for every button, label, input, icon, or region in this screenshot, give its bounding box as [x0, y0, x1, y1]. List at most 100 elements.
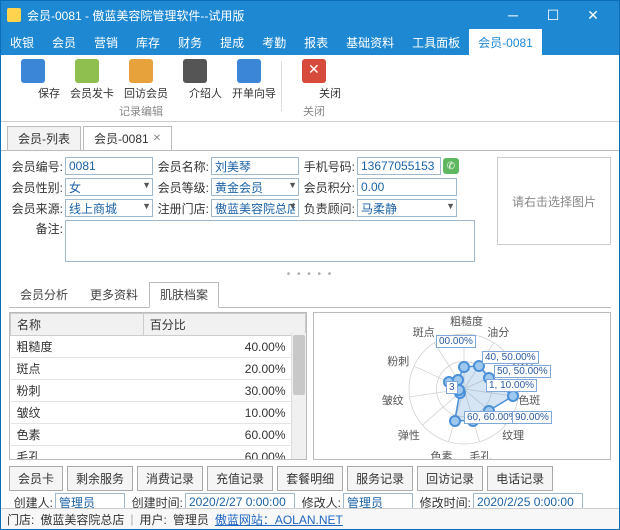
col-pct[interactable]: 百分比 [143, 314, 305, 336]
menu-item[interactable]: 会员 [43, 29, 85, 55]
chart-tooltip: 00.00% [436, 335, 476, 348]
menu-item[interactable]: 收银 [1, 29, 43, 55]
advisor-label: 负责顾问: [301, 200, 355, 217]
radar-axis-label: 斑点 [413, 324, 435, 340]
ribbon-group-label: 关闭 [290, 103, 338, 119]
store-select[interactable] [211, 199, 299, 217]
col-name[interactable]: 名称 [11, 314, 144, 336]
radar-axis-label: 粉刺 [387, 353, 409, 369]
phone-field[interactable] [357, 157, 441, 175]
level-label: 会员等级: [155, 179, 209, 196]
points-label: 会员积分: [301, 179, 355, 196]
advisor-select[interactable] [357, 199, 457, 217]
points-field[interactable] [357, 178, 457, 196]
member-name-field[interactable] [211, 157, 299, 175]
table-row[interactable]: 皱纹10.00% [11, 402, 306, 424]
source-label: 会员来源: [9, 200, 63, 217]
phone-label: 手机号码: [301, 158, 355, 175]
menu-item[interactable]: 考勤 [253, 29, 295, 55]
radar-axis-label: 毛孔 [469, 448, 491, 460]
table-row[interactable]: 粗糙度40.00% [11, 336, 306, 358]
record-button[interactable]: 电话记录 [487, 466, 553, 491]
menu-item[interactable]: 会员-0081 [469, 29, 542, 55]
menu-item[interactable]: 基础资料 [337, 29, 403, 55]
radar-point[interactable] [449, 415, 461, 427]
scrollbar-thumb[interactable] [293, 335, 305, 395]
chart-tooltip: 50, 50.00% [494, 365, 551, 378]
radar-axis-label: 色斑 [518, 392, 540, 408]
record-button[interactable]: 回访记录 [417, 466, 483, 491]
ribbon-icon [183, 59, 207, 83]
sub-tab[interactable]: 更多资料 [79, 282, 149, 307]
menu-item[interactable]: 报表 [295, 29, 337, 55]
ribbon-close-button[interactable]: ✕ 关闭 [290, 59, 338, 101]
radar-point[interactable] [458, 361, 470, 373]
record-button[interactable]: 充值记录 [207, 466, 273, 491]
radar-axis-label: 粗糙度 [450, 313, 483, 329]
sub-tab[interactable]: 肌肤档案 [149, 282, 219, 308]
ribbon-icon [237, 59, 261, 83]
document-tabs: 会员-列表会员-0081✕ [1, 126, 619, 151]
sub-tabs: 会员分析更多资料肌肤档案 [9, 282, 611, 308]
remark-field[interactable] [65, 220, 475, 262]
minimize-button[interactable]: ─ [493, 1, 533, 29]
record-button[interactable]: 消费记录 [137, 466, 203, 491]
record-button[interactable]: 会员卡 [9, 466, 63, 491]
status-store: 傲蓝美容院总店 [40, 511, 124, 528]
radar-axis-label: 色素 [431, 448, 453, 460]
radar-chart: 粗糙度油分水分色斑纹理毛孔色素弹性皱纹粉刺斑点40, 50.00%50, 50.… [313, 312, 611, 460]
sub-tab[interactable]: 会员分析 [9, 282, 79, 307]
record-button[interactable]: 服务记录 [347, 466, 413, 491]
app-window: 会员-0081 - 傲蓝美容院管理软件--试用版 ─ ☐ ✕ 收银会员营销库存财… [0, 0, 620, 530]
close-icon: ✕ [302, 59, 326, 83]
menu-item[interactable]: 提成 [211, 29, 253, 55]
menu-item[interactable]: 库存 [127, 29, 169, 55]
radar-axis-label: 皱纹 [382, 392, 404, 408]
photo-placeholder[interactable]: 请右击选择图片 [497, 157, 611, 245]
ribbon-button[interactable]: 开单向导 [225, 59, 273, 101]
member-no-field[interactable] [65, 157, 153, 175]
member-name-label: 会员名称: [155, 158, 209, 175]
ribbon-group-label: 记录编辑 [9, 103, 273, 119]
level-select[interactable] [211, 178, 299, 196]
table-row[interactable]: 斑点20.00% [11, 358, 306, 380]
bottom-buttons: 会员卡剩余服务消费记录充值记录套餐明细服务记录回访记录电话记录 [9, 466, 611, 491]
tab-close-icon[interactable]: ✕ [153, 133, 161, 144]
ribbon-button[interactable]: 介绍人 [171, 59, 219, 101]
titlebar: 会员-0081 - 傲蓝美容院管理软件--试用版 ─ ☐ ✕ [1, 1, 619, 29]
document-tab[interactable]: 会员-0081✕ [83, 126, 172, 150]
gender-select[interactable] [65, 178, 153, 196]
chart-tooltip: 1, 10.00% [486, 379, 537, 392]
record-button[interactable]: 剩余服务 [67, 466, 133, 491]
maximize-button[interactable]: ☐ [533, 1, 573, 29]
source-select[interactable] [65, 199, 153, 217]
record-button[interactable]: 套餐明细 [277, 466, 343, 491]
ribbon-icon [75, 59, 99, 83]
website-link[interactable]: 傲蓝网站：AOLAN.NET [215, 511, 343, 528]
ribbon: 保存会员发卡回访会员介绍人开单向导 记录编辑 ✕ 关闭 关闭 [1, 55, 619, 122]
chart-tooltip: 3 [446, 381, 458, 394]
splitter[interactable]: • • • • • [1, 269, 619, 280]
statusbar: 门店: 傲蓝美容院总店 | 用户: 管理员 傲蓝网站：AOLAN.NET [1, 508, 619, 529]
ribbon-button[interactable]: 回访会员 [117, 59, 165, 101]
ribbon-button[interactable]: 会员发卡 [63, 59, 111, 101]
store-label: 注册门店: [155, 200, 209, 217]
member-form: 会员编号: 会员名称: 手机号码: ✆ 会员性别: ▼ 会员等级: ▼ 会员积分… [1, 151, 619, 267]
table-row[interactable]: 毛孔60.00% [11, 446, 306, 461]
menu-item[interactable]: 财务 [169, 29, 211, 55]
ribbon-icon [129, 59, 153, 83]
skin-grid[interactable]: 名称 百分比 粗糙度40.00%斑点20.00%粉刺30.00%皱纹10.00%… [9, 312, 307, 460]
chart-tooltip: 90.00% [512, 411, 552, 424]
ribbon-button[interactable]: 保存 [9, 59, 57, 101]
close-button[interactable]: ✕ [573, 1, 613, 29]
phone-icon[interactable]: ✆ [443, 158, 459, 174]
table-row[interactable]: 粉刺30.00% [11, 380, 306, 402]
radar-axis-label: 弹性 [398, 427, 420, 443]
chart-tooltip: 40, 50.00% [482, 351, 539, 364]
menu-item[interactable]: 营销 [85, 29, 127, 55]
table-row[interactable]: 色素60.00% [11, 424, 306, 446]
menu-item[interactable]: 工具面板 [403, 29, 469, 55]
status-user: 管理员 [173, 511, 209, 528]
window-title: 会员-0081 - 傲蓝美容院管理软件--试用版 [27, 7, 493, 24]
document-tab[interactable]: 会员-列表 [7, 126, 81, 150]
